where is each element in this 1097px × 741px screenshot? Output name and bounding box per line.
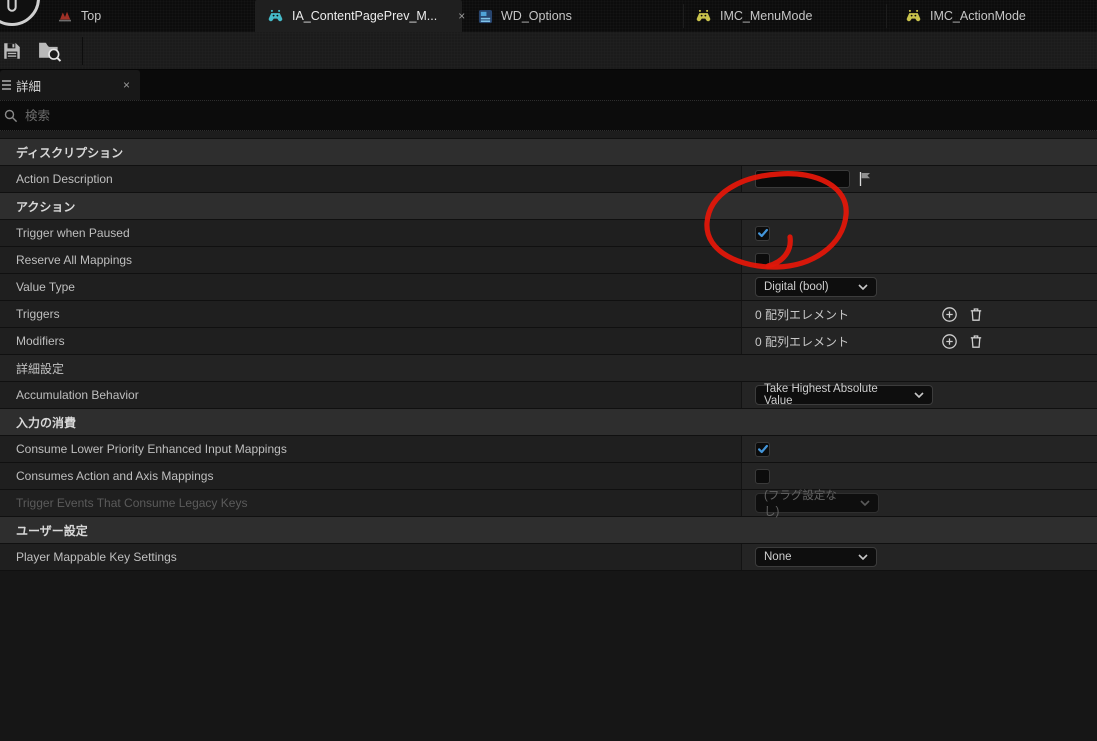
row-consumes-action-axis: Consumes Action and Axis Mappings [0,463,1097,490]
property-label: Trigger when Paused [0,220,742,246]
asset-tab-bar: Top IA_ContentPagePrev_M... × WD_Options… [0,0,1097,32]
category-title: 入力の消費 [16,415,77,430]
browse-to-asset-button[interactable] [30,36,70,66]
details-search-bar [0,100,1097,131]
trigger-when-paused-checkbox[interactable] [755,225,770,241]
input-mapping-context-icon [905,9,922,23]
unreal-u-glyph [7,0,17,12]
toolbar-separator [82,36,83,65]
property-label: Accumulation Behavior [0,382,742,408]
chevron-down-icon [858,284,868,290]
category-description[interactable]: ディスクリプション [0,139,1097,166]
value-type-dropdown[interactable]: Digital (bool) [755,277,877,297]
asset-toolbar [0,32,1097,70]
reserve-all-mappings-checkbox[interactable] [755,252,770,268]
row-reserve-all-mappings: Reserve All Mappings [0,247,1097,274]
unreal-engine-logo [0,0,40,26]
details-panel-tab-bar: 詳細 × [0,70,1097,100]
property-label: Action Description [0,166,742,192]
row-modifiers: Modifiers 0 配列エレメント [0,328,1097,355]
property-label: Modifiers [0,328,742,354]
search-input[interactable] [25,108,1097,123]
logo-slot [0,0,40,32]
row-player-mappable-key-settings: Player Mappable Key Settings None [0,544,1097,571]
row-consume-lower-priority: Consume Lower Priority Enhanced Input Ma… [0,436,1097,463]
widget-blueprint-icon [478,9,493,24]
chevron-down-icon [858,554,868,560]
details-tab-label: 詳細 [16,79,42,94]
tab-label: Top [81,9,102,23]
tab-wd-options[interactable]: WD_Options [462,0,683,32]
property-label: Trigger Events That Consume Legacy Keys [0,490,742,516]
clear-array-trash-icon[interactable] [968,333,984,350]
row-triggers: Triggers 0 配列エレメント [0,301,1097,328]
player-mappable-dropdown[interactable]: None [755,547,877,567]
check-icon [757,228,768,238]
array-count-text: 0 配列エレメント [755,307,850,322]
property-label: Reserve All Mappings [0,247,742,273]
category-title: ユーザー設定 [16,523,88,538]
property-label: Consume Lower Priority Enhanced Input Ma… [0,436,742,462]
add-element-icon[interactable] [941,306,958,323]
unreal-editor-window: Top IA_ContentPagePrev_M... × WD_Options… [0,0,1097,741]
tab-label: IA_ContentPagePrev_M... [292,9,438,23]
details-list-icon [0,79,11,91]
search-icon [4,109,18,123]
panel-close-icon[interactable]: × [123,78,130,92]
panel-strip [0,131,1097,139]
tab-ia-contentpageprev[interactable]: IA_ContentPagePrev_M... × [255,0,465,32]
details-property-grid: ディスクリプション Action Description アクション Trigg… [0,131,1097,571]
save-button[interactable] [0,36,30,66]
accumulation-behavior-dropdown[interactable]: Take Highest Absolute Value [755,383,933,407]
category-title: アクション [16,199,76,214]
consume-lower-priority-checkbox[interactable] [755,441,770,457]
input-action-gamepad-icon [267,9,284,23]
tab-imc-menumode[interactable]: IMC_MenuMode [684,0,886,32]
property-label: Player Mappable Key Settings [0,544,742,570]
consumes-action-axis-checkbox[interactable] [755,468,770,484]
array-count-text: 0 配列エレメント [755,334,850,349]
category-action[interactable]: アクション [0,193,1097,220]
property-label: Value Type [0,274,742,300]
tab-imc-actionmode[interactable]: IMC_ActionMode [887,0,1097,32]
row-action-description: Action Description [0,166,1097,193]
property-label: Triggers [0,301,742,327]
tab-label: WD_Options [501,9,572,23]
category-title: ディスクリプション [16,145,124,160]
action-description-input[interactable] [755,170,850,188]
subcategory-advanced-settings[interactable]: 詳細設定 [0,355,1097,382]
row-accumulation-behavior: Accumulation Behavior Take Highest Absol… [0,382,1097,409]
level-flame-icon [57,9,73,23]
row-value-type: Value Type Digital (bool) [0,274,1097,301]
tab-top-level[interactable]: Top [40,0,255,32]
clear-array-trash-icon[interactable] [968,306,984,323]
chevron-down-icon [914,392,924,398]
category-input-consumption[interactable]: 入力の消費 [0,409,1097,436]
tab-label: IMC_ActionMode [930,9,1026,23]
localization-flag-icon[interactable] [858,171,872,187]
browse-to-asset-icon [39,42,62,62]
trigger-events-legacy-dropdown: (フラグ設定なし) [755,490,879,518]
row-trigger-when-paused: Trigger when Paused [0,220,1097,247]
row-trigger-events-legacy: Trigger Events That Consume Legacy Keys … [0,490,1097,518]
floppy-save-icon [4,42,20,59]
property-label: Consumes Action and Axis Mappings [0,463,742,489]
add-element-icon[interactable] [941,333,958,350]
tab-label: IMC_MenuMode [720,9,813,23]
check-icon [757,444,768,454]
chevron-down-icon [860,500,870,506]
tab-details[interactable]: 詳細 × [0,70,140,100]
input-mapping-context-icon [695,9,712,23]
category-user-settings[interactable]: ユーザー設定 [0,517,1097,544]
